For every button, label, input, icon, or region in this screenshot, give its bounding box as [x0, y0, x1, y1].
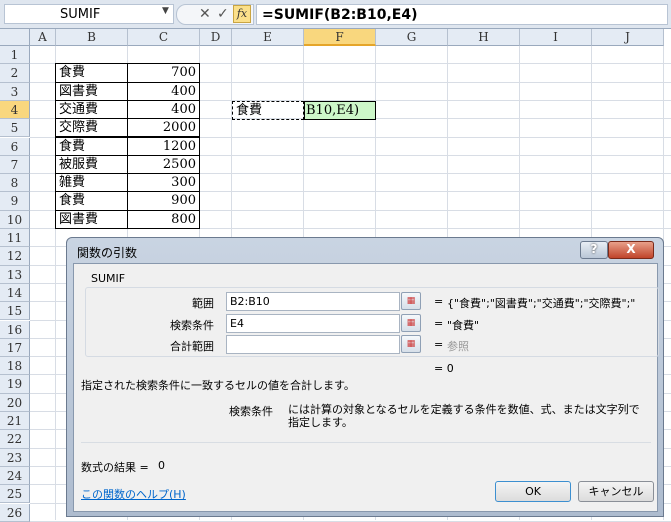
- help-button[interactable]: ?: [580, 241, 608, 259]
- argument-result: "食費": [447, 318, 480, 332]
- cancel-icon[interactable]: ✕: [199, 6, 211, 22]
- table-cell-item[interactable]: 食費: [55, 63, 128, 83]
- column-header-G[interactable]: G: [376, 29, 448, 46]
- formula-result-value: 0: [158, 459, 165, 472]
- table-cell-item[interactable]: 被服費: [55, 154, 128, 175]
- row-header-6[interactable]: 6: [0, 137, 30, 156]
- enter-icon[interactable]: ✓: [217, 6, 229, 22]
- cancel-button[interactable]: キャンセル: [578, 481, 654, 502]
- function-help-link[interactable]: この関数のヘルプ(H): [81, 486, 186, 502]
- insert-function-icon[interactable]: fx: [233, 5, 251, 23]
- collapse-dialog-icon[interactable]: ▦: [401, 292, 421, 310]
- table-cell-amount[interactable]: 2500: [127, 154, 200, 175]
- column-header-H[interactable]: H: [448, 29, 520, 46]
- row-header-24[interactable]: 24: [0, 466, 30, 486]
- table-cell-amount[interactable]: 400: [127, 81, 200, 101]
- column-header-J[interactable]: J: [592, 29, 664, 46]
- table-cell-amount[interactable]: 700: [127, 63, 200, 83]
- row-header-5[interactable]: 5: [0, 119, 30, 138]
- row-header-12[interactable]: 12: [0, 247, 30, 266]
- row-header-4[interactable]: 4: [0, 100, 30, 120]
- row-header-9[interactable]: 9: [0, 192, 30, 211]
- row-header-11[interactable]: 11: [0, 229, 30, 248]
- argument-input[interactable]: B2:B10: [226, 292, 400, 311]
- ok-button[interactable]: OK: [495, 481, 571, 502]
- dialog-title: 関数の引数: [77, 246, 138, 260]
- row-header-7[interactable]: 7: [0, 155, 30, 175]
- equals-sign: =: [434, 295, 444, 308]
- function-arguments-dialog: 関数の引数 ? X SUMIF 範囲 B2:B10 ▦ = {"食費";"図書費…: [66, 237, 664, 517]
- row-header-8[interactable]: 8: [0, 174, 30, 193]
- argument-label: 範囲: [192, 297, 214, 310]
- table-cell-item[interactable]: 交際費: [55, 118, 128, 138]
- table-cell-item[interactable]: 食費: [55, 191, 128, 211]
- argument-name: 検索条件: [229, 405, 273, 418]
- row-header-14[interactable]: 14: [0, 283, 30, 303]
- row-header-19[interactable]: 19: [0, 375, 30, 394]
- argument-result: 参照: [447, 340, 469, 353]
- table-cell-item[interactable]: 食費: [55, 136, 128, 156]
- table-cell-amount[interactable]: 300: [127, 173, 200, 193]
- select-all-button[interactable]: [0, 29, 30, 46]
- table-cell-item[interactable]: 雑費: [55, 173, 128, 193]
- argument-label: 合計範囲: [170, 340, 214, 353]
- row-header-23[interactable]: 23: [0, 448, 30, 467]
- column-header-E[interactable]: E: [232, 29, 304, 46]
- function-result: = 0: [434, 362, 454, 375]
- argument-help: には計算の対象となるセルを定義する条件を数値、式、または文字列で指定します。: [288, 403, 640, 429]
- collapse-dialog-icon[interactable]: ▦: [401, 335, 421, 353]
- row-header-1[interactable]: 1: [0, 46, 30, 65]
- argument-input[interactable]: E4: [226, 313, 400, 333]
- row-header-25[interactable]: 25: [0, 485, 30, 504]
- column-header-A[interactable]: A: [30, 29, 56, 46]
- formula-input[interactable]: =SUMIF(B2:B10,E4): [256, 4, 668, 25]
- close-button[interactable]: X: [608, 241, 654, 259]
- column-header-C[interactable]: C: [128, 29, 200, 46]
- table-cell-item[interactable]: 交通費: [55, 99, 128, 120]
- row-header-17[interactable]: 17: [0, 338, 30, 358]
- row-header-3[interactable]: 3: [0, 82, 30, 101]
- equals-sign: =: [434, 338, 444, 351]
- equals-sign: =: [434, 316, 444, 330]
- row-header-26[interactable]: 26: [0, 503, 30, 522]
- table-cell-amount[interactable]: 2000: [127, 118, 200, 138]
- separator: [81, 442, 651, 443]
- dialog-body: SUMIF 範囲 B2:B10 ▦ = {"食費";"図書費";"交通費";"交…: [73, 263, 659, 512]
- name-box-dropdown-icon[interactable]: ▼: [162, 6, 169, 16]
- row-header-18[interactable]: 18: [0, 357, 30, 376]
- function-name: SUMIF: [89, 272, 128, 285]
- table-cell-amount[interactable]: 900: [127, 191, 200, 211]
- formula-result-label: 数式の結果 =: [81, 461, 149, 474]
- table-cell-amount[interactable]: 400: [127, 99, 200, 120]
- table-cell-item[interactable]: 図書費: [55, 81, 128, 101]
- column-header-D[interactable]: D: [200, 29, 232, 46]
- row-header-2[interactable]: 2: [0, 64, 30, 83]
- row-header-13[interactable]: 13: [0, 265, 30, 284]
- function-description: 指定された検索条件に一致するセルの値を合計します。: [81, 379, 355, 392]
- row-header-21[interactable]: 21: [0, 412, 30, 431]
- argument-label: 検索条件: [170, 318, 214, 332]
- argument-result: {"食費";"図書費";"交通費";"交際費";": [447, 297, 636, 310]
- row-header-16[interactable]: 16: [0, 320, 30, 339]
- column-header-F[interactable]: F: [304, 29, 376, 46]
- collapse-dialog-icon[interactable]: ▦: [401, 313, 421, 332]
- cell-F4-editing[interactable]: B10,E4): [304, 101, 376, 120]
- column-header-I[interactable]: I: [520, 29, 592, 46]
- row-header-10[interactable]: 10: [0, 210, 30, 229]
- argument-input[interactable]: [226, 335, 400, 354]
- row-header-22[interactable]: 22: [0, 430, 30, 449]
- column-header-B[interactable]: B: [56, 29, 128, 46]
- cell-E4[interactable]: 食費: [232, 101, 304, 120]
- name-box[interactable]: SUMIF: [4, 4, 174, 24]
- table-cell-item[interactable]: 図書費: [55, 209, 128, 229]
- row-header-15[interactable]: 15: [0, 302, 30, 321]
- table-cell-amount[interactable]: 800: [127, 209, 200, 229]
- table-cell-amount[interactable]: 1200: [127, 136, 200, 156]
- row-header-20[interactable]: 20: [0, 393, 30, 412]
